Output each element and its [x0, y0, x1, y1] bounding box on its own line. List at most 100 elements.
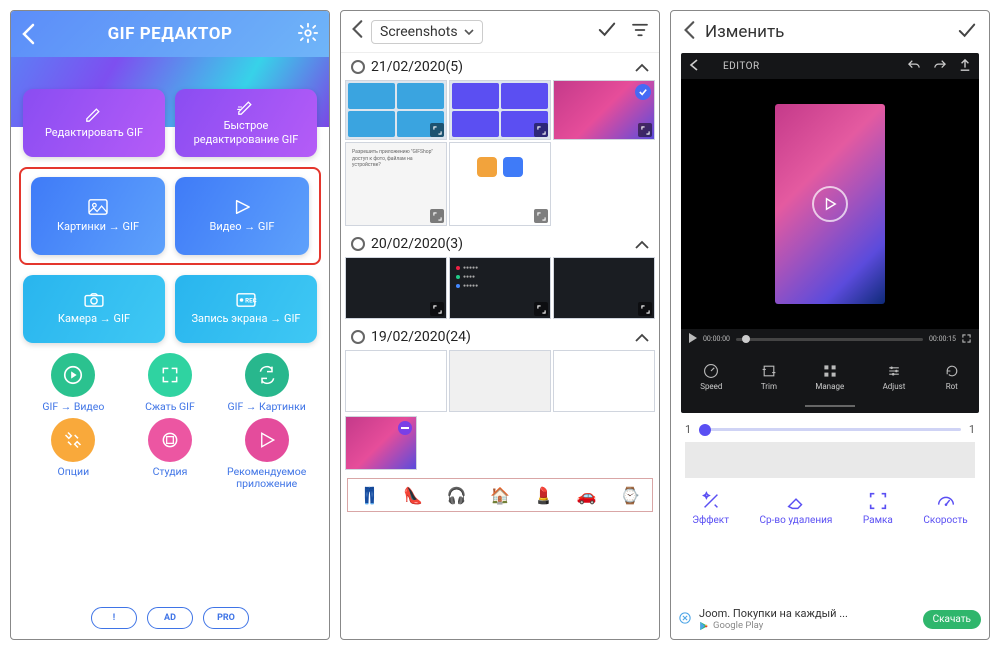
emoji-item[interactable]: 💄	[533, 486, 553, 505]
thumb[interactable]	[449, 142, 551, 226]
pro-pill[interactable]: PRO	[203, 607, 249, 629]
studio[interactable]: Студия	[124, 418, 217, 491]
frame-slider[interactable]: 1 1	[671, 413, 989, 442]
remove-badge-icon[interactable]	[398, 421, 412, 435]
phone-video-editor: Изменить EDITOR 00:00:00 00:00:15	[670, 10, 990, 640]
ad-download-button[interactable]: Скачать	[923, 610, 981, 629]
back-icon[interactable]	[683, 20, 695, 44]
undo-icon[interactable]	[907, 59, 921, 74]
quick-edit-tile[interactable]: Быстрое редактирование GIF	[175, 89, 317, 157]
emoji-item[interactable]: ⌚	[620, 486, 640, 505]
trim-tool[interactable]: Trim	[761, 363, 777, 391]
emoji-item[interactable]: 🚗	[577, 486, 597, 505]
tool-label: Скорость	[923, 515, 967, 526]
emoji-item[interactable]: 🎧	[447, 486, 467, 505]
slider-track[interactable]	[699, 428, 961, 431]
radio-icon[interactable]	[351, 60, 365, 74]
thumb[interactable]	[449, 350, 551, 412]
back-icon[interactable]	[351, 19, 363, 44]
emoji-item[interactable]: 👖	[360, 486, 380, 505]
thumb-selected[interactable]	[553, 80, 655, 140]
folder-dropdown[interactable]: Screenshots	[371, 20, 483, 44]
confirm-check-icon[interactable]	[597, 22, 617, 42]
screen-rec-tile[interactable]: REC Запись экрана → GIF	[175, 275, 317, 343]
info-pill[interactable]: !	[91, 607, 137, 629]
date-section-3[interactable]: 19/02/2020(24)	[341, 323, 659, 350]
redo-icon[interactable]	[933, 59, 947, 74]
emoji-item[interactable]: 👠	[403, 486, 423, 505]
recommended-app[interactable]: Рекомендуемое приложение	[220, 418, 313, 491]
speed-tool[interactable]: Speed	[700, 363, 722, 391]
thumb[interactable]	[345, 257, 447, 319]
effect-tool[interactable]: Эффект	[692, 490, 729, 526]
tools-indicator	[805, 405, 855, 407]
speed-tool-bottom[interactable]: Скорость	[923, 490, 967, 526]
timeline-track[interactable]	[736, 338, 923, 341]
ad-pill[interactable]: AD	[147, 607, 193, 629]
export-icon[interactable]	[959, 58, 971, 75]
thumb[interactable]	[345, 80, 447, 140]
video-to-gif-tile[interactable]: Видео → GIF	[175, 177, 309, 255]
edit-gif-tile[interactable]: Редактировать GIF	[23, 89, 165, 157]
rec-icon: REC	[235, 292, 257, 308]
expand-icon[interactable]	[430, 302, 444, 316]
frames-strip[interactable]	[685, 442, 975, 478]
timeline-thumb[interactable]	[742, 335, 750, 343]
compress-gif[interactable]: Сжать GIF	[124, 353, 217, 414]
play-icon[interactable]	[689, 333, 697, 345]
settings-gear-icon[interactable]	[297, 22, 319, 48]
editor-back-icon[interactable]	[689, 59, 699, 74]
play-store-icon	[258, 431, 276, 449]
expand-icon[interactable]	[534, 123, 548, 137]
expand-icon[interactable]	[534, 302, 548, 316]
gif-to-video[interactable]: GIF → Видео	[27, 353, 120, 414]
preview-area	[681, 79, 979, 329]
eraser-tool[interactable]: Ср-во удаления	[760, 490, 833, 526]
ad-close-icon[interactable]	[679, 612, 691, 627]
expand-icon[interactable]	[534, 209, 548, 223]
back-icon[interactable]	[21, 23, 35, 51]
thumb[interactable]	[345, 350, 447, 412]
timeline[interactable]: 00:00:00 00:00:15	[681, 329, 979, 349]
emoji-item[interactable]: 🏠	[490, 486, 510, 505]
thumb-with-badge[interactable]	[345, 416, 417, 470]
slider-thumb[interactable]	[699, 424, 711, 436]
radio-icon[interactable]	[351, 330, 365, 344]
label: Сжать GIF	[145, 401, 195, 414]
filter-icon[interactable]	[631, 22, 649, 41]
gif-to-pics[interactable]: GIF → Картинки	[220, 353, 313, 414]
play-button-icon[interactable]	[812, 186, 848, 222]
ad-btn-label: Скачать	[933, 614, 971, 625]
options[interactable]: Опции	[27, 418, 120, 491]
chevron-up-icon[interactable]	[635, 57, 649, 76]
frame-tool[interactable]: Рамка	[863, 490, 893, 526]
rotate-tool[interactable]: Rot	[944, 363, 960, 391]
camera-icon	[83, 292, 105, 308]
thumb[interactable]: ●●●●● ●●●● ●●●●●	[449, 257, 551, 319]
fullscreen-icon[interactable]	[962, 334, 971, 345]
adjust-tool[interactable]: Adjust	[883, 363, 906, 391]
expand-icon[interactable]	[638, 302, 652, 316]
date-section-2[interactable]: 20/02/2020(3)	[341, 230, 659, 257]
pics-to-gif-tile[interactable]: Картинки → GIF	[31, 177, 165, 255]
expand-icon[interactable]	[638, 123, 652, 137]
row-capture: Камера → GIF REC Запись экрана → GIF	[11, 275, 329, 343]
tool-label: Эффект	[692, 515, 729, 526]
thumb[interactable]	[553, 350, 655, 412]
thumb[interactable]	[449, 80, 551, 140]
radio-icon[interactable]	[351, 237, 365, 251]
expand-icon[interactable]	[430, 123, 444, 137]
ad-banner[interactable]: Joom. Покупки на каждый ... Google Play …	[671, 601, 989, 639]
thumb[interactable]	[553, 257, 655, 319]
chevron-up-icon[interactable]	[635, 327, 649, 346]
expand-icon[interactable]	[430, 209, 444, 223]
manage-tool[interactable]: Manage	[815, 363, 844, 391]
label: Студия	[153, 466, 188, 479]
chevron-up-icon[interactable]	[635, 234, 649, 253]
date-label: 19/02/2020(24)	[371, 329, 471, 345]
tile-label: Картинки → GIF	[57, 220, 139, 234]
camera-to-gif-tile[interactable]: Камера → GIF	[23, 275, 165, 343]
confirm-check-icon[interactable]	[957, 20, 977, 44]
thumb[interactable]: Разрешить приложению "GIFShop" доступ к …	[345, 142, 447, 226]
date-section-1[interactable]: 21/02/2020(5)	[341, 53, 659, 80]
